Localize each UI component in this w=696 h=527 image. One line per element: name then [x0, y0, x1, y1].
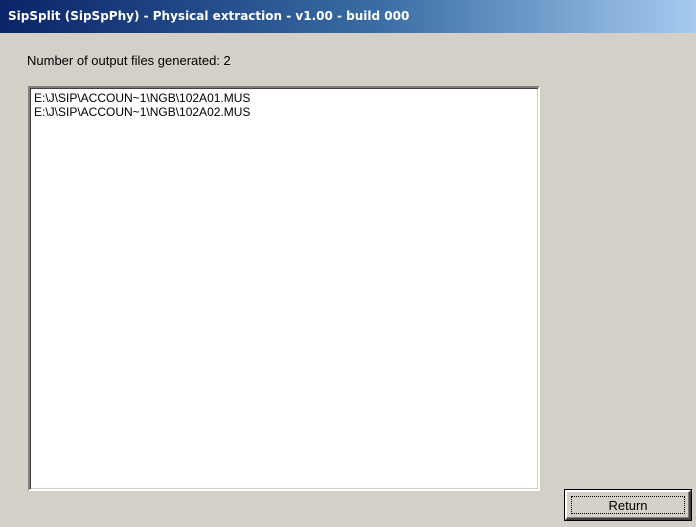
list-item[interactable]: E:\J\SIP\ACCOUN~1\NGB\102A02.MUS [30, 105, 538, 119]
focus-rectangle: Return [571, 496, 685, 514]
main-window: SipSplit (SipSpPhy) - Physical extractio… [0, 0, 696, 527]
window-title: SipSplit (SipSpPhy) - Physical extractio… [8, 9, 410, 23]
list-item[interactable]: E:\J\SIP\ACCOUN~1\NGB\102A01.MUS [30, 91, 538, 105]
output-count-label: Number of output files generated: 2 [27, 53, 231, 68]
return-button[interactable]: Return [565, 490, 691, 520]
output-files-list[interactable]: E:\J\SIP\ACCOUN~1\NGB\102A01.MUS E:\J\SI… [28, 86, 540, 491]
return-button-label: Return [608, 497, 648, 513]
title-bar[interactable]: SipSplit (SipSpPhy) - Physical extractio… [0, 0, 696, 33]
